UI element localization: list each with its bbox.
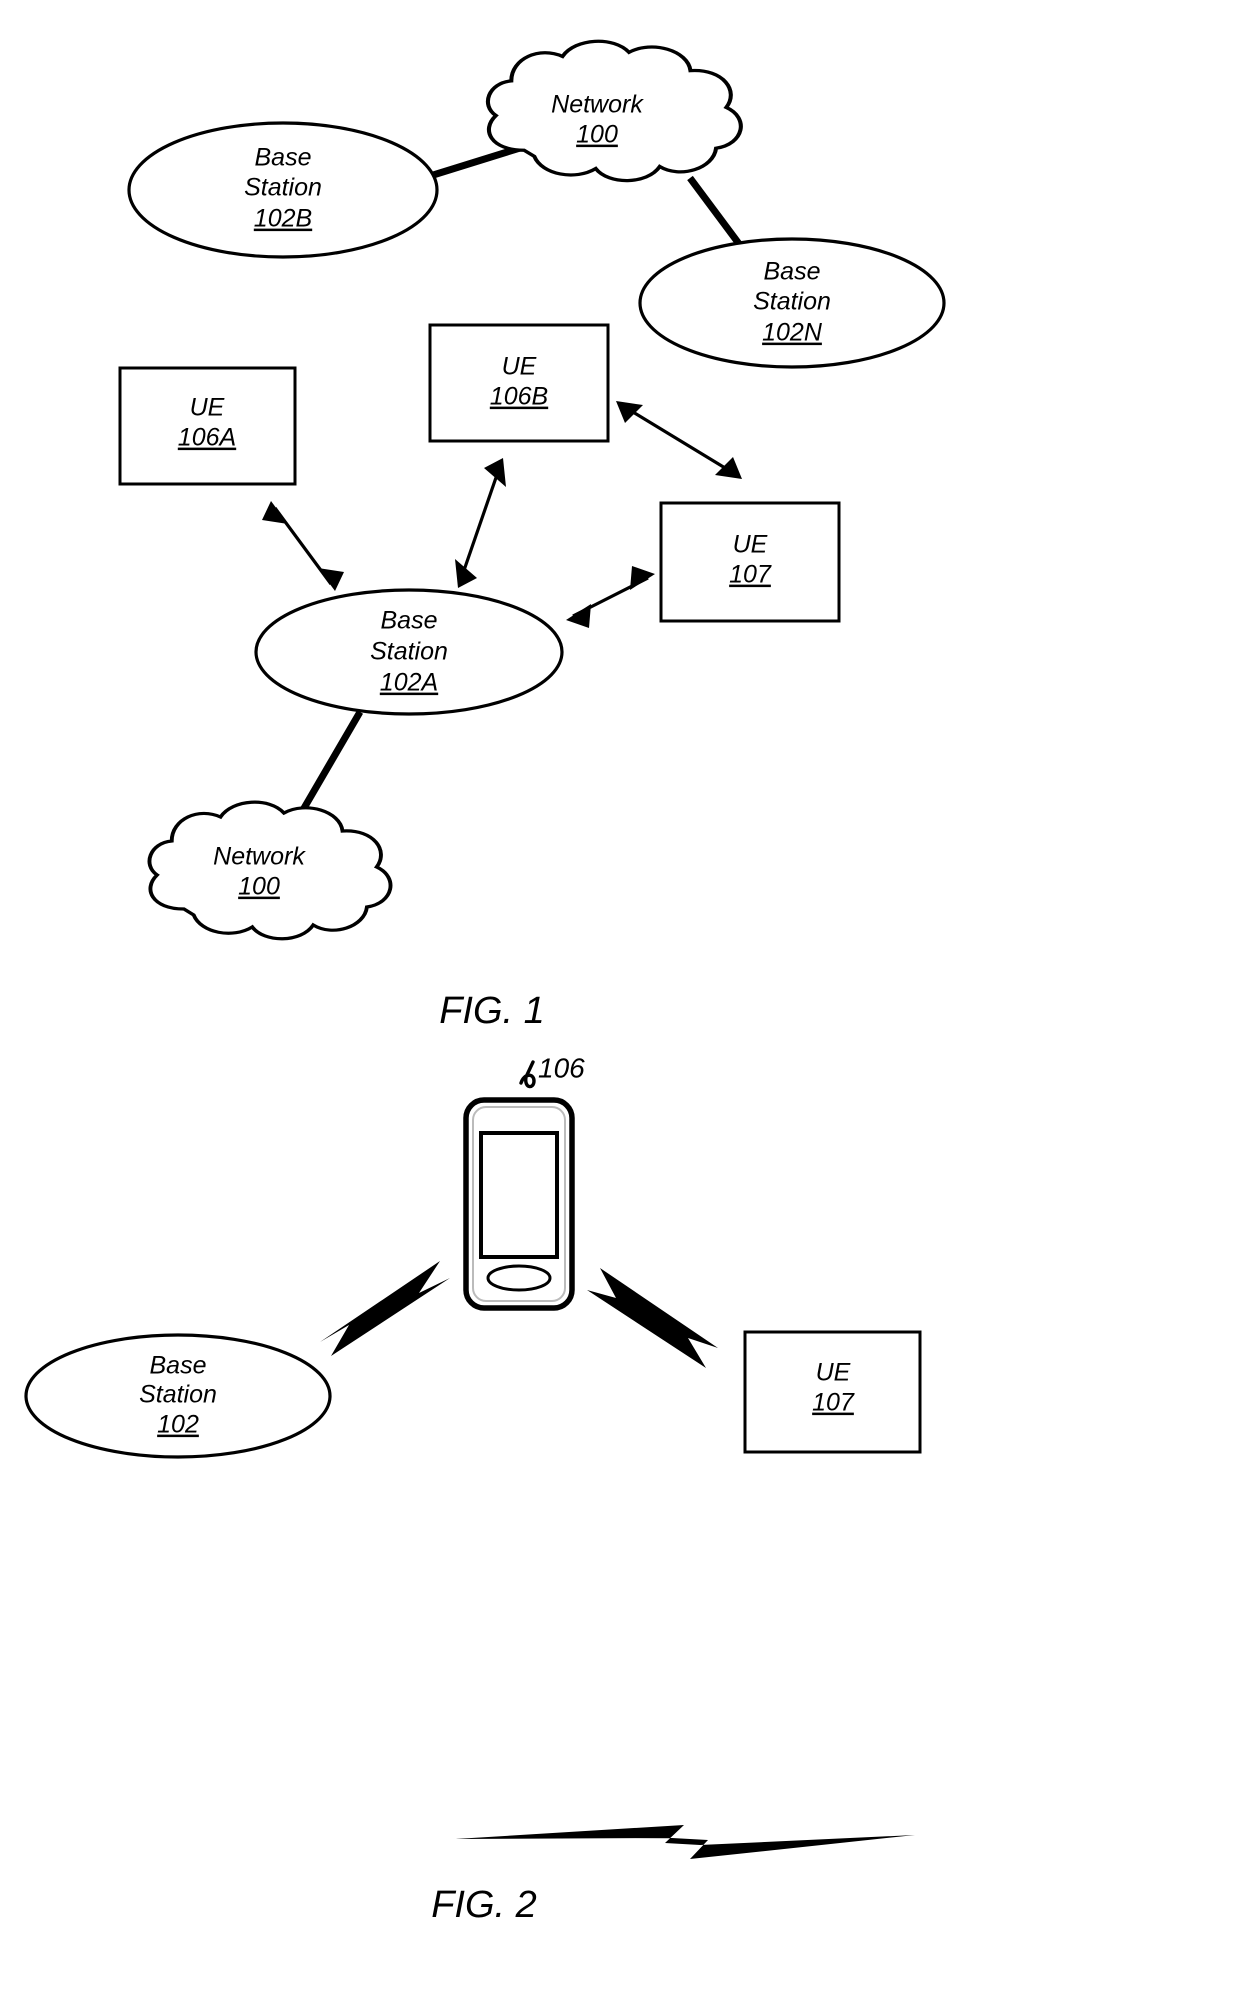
arrow-102a-to-106a xyxy=(262,501,344,591)
ue-106a-label: UE xyxy=(190,394,225,422)
link-102b-to-network-top xyxy=(428,144,522,180)
network-100-top-ref: 100 xyxy=(576,121,618,149)
base-station-102n-line2: Station xyxy=(753,288,831,316)
ue-107-ref: 107 xyxy=(729,561,772,589)
device-screen xyxy=(479,1131,559,1259)
network-100-top-label: Network xyxy=(551,91,644,119)
network-100-bottom-ref: 100 xyxy=(238,873,280,901)
base-station-102a-ref: 102A xyxy=(380,669,438,697)
bolt-102-to-device-106 xyxy=(320,1261,450,1356)
base-station-102b-ref: 102B xyxy=(254,205,312,233)
device-home-button xyxy=(486,1264,552,1292)
base-station-102a-line2: Station xyxy=(370,638,448,666)
fig2-caption: FIG. 2 xyxy=(431,1884,537,1926)
base-station-102-line1: Base xyxy=(150,1352,207,1380)
ue-106a-ref: 106A xyxy=(178,424,236,452)
ue-106b-label: UE xyxy=(502,353,537,381)
leader-squiggle-106 xyxy=(519,1060,536,1089)
network-100-bottom-label: Network xyxy=(213,843,306,871)
patent-figure-sheet: Network 100 Base Station 102B Base Stati… xyxy=(0,0,1240,1992)
arrow-102a-to-107 xyxy=(566,566,655,628)
fig1-caption: FIG. 1 xyxy=(439,990,545,1032)
base-station-102-line2: Station xyxy=(139,1381,217,1409)
figure-2-group: 106 Base Station 102 UE 107 FIG. 2 xyxy=(24,1052,922,1926)
ue-107-fig2-ref: 107 xyxy=(812,1389,855,1417)
figure-1-group: Network 100 Base Station 102B Base Stati… xyxy=(118,41,946,1032)
figure-canvas: Network 100 Base Station 102B Base Stati… xyxy=(24,0,946,1926)
link-102a-to-network-bottom xyxy=(296,710,364,817)
arrow-102a-to-106b xyxy=(455,458,506,588)
ue-107-fig2-label: UE xyxy=(816,1359,851,1387)
arrow-106b-to-107 xyxy=(616,401,742,479)
node-mobile-device-106 xyxy=(463,1097,575,1311)
base-station-102n-line1: Base xyxy=(764,258,821,286)
base-station-102b-line1: Base xyxy=(255,144,312,172)
base-station-102b-line2: Station xyxy=(244,174,322,202)
bolt-device-106-to-ue-107 xyxy=(587,1268,718,1368)
device-106-ref: 106 xyxy=(538,1052,585,1083)
ue-106b-ref: 106B xyxy=(490,383,548,411)
base-station-102a-line1: Base xyxy=(381,607,438,635)
base-station-102n-ref: 102N xyxy=(762,319,823,347)
ue-107-label: UE xyxy=(733,531,768,559)
bolt-102-to-ue-107-flat xyxy=(455,1825,915,1859)
base-station-102-ref: 102 xyxy=(157,1411,199,1439)
